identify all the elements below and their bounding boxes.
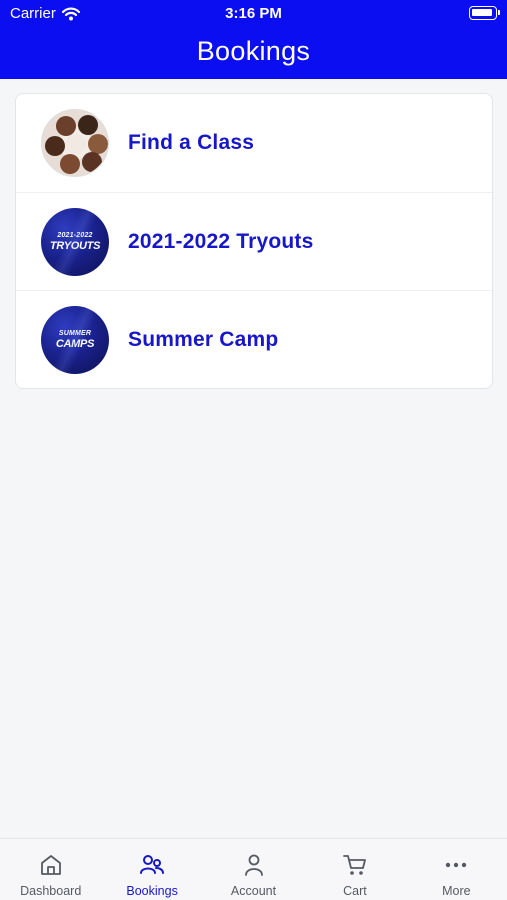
home-icon (37, 851, 65, 879)
tab-dashboard-label: Dashboard (20, 884, 82, 898)
summer-camp-label: Summer Camp (128, 328, 279, 351)
app-header: Carrier 3:16 PM Bookings (0, 0, 507, 79)
tab-bar: Dashboard Bookings Account Cart More (0, 838, 507, 900)
tab-account[interactable]: Account (203, 839, 304, 900)
tab-dashboard[interactable]: Dashboard (0, 839, 101, 900)
bookings-list: Find a Class 2021-2022 TRYOUTS 2021-2022… (15, 93, 493, 389)
more-icon (442, 851, 470, 879)
summer-camp-thumbnail: SUMMER CAMPS (41, 306, 109, 374)
tab-more-label: More (442, 884, 471, 898)
find-a-class-label: Find a Class (128, 131, 255, 154)
list-item-find-a-class[interactable]: Find a Class (16, 94, 492, 192)
tab-account-label: Account (230, 884, 277, 898)
tryouts-label: 2021-2022 Tryouts (128, 230, 314, 253)
tab-cart[interactable]: Cart (304, 839, 405, 900)
list-item-summer-camp[interactable]: SUMMER CAMPS Summer Camp (16, 290, 492, 388)
status-bar: Carrier 3:16 PM (0, 0, 507, 28)
list-item-tryouts[interactable]: 2021-2022 TRYOUTS 2021-2022 Tryouts (16, 192, 492, 290)
person-icon (240, 851, 268, 879)
tab-bookings[interactable]: Bookings (101, 839, 202, 900)
status-time: 3:16 PM (225, 5, 282, 22)
tryouts-thumbnail: 2021-2022 TRYOUTS (41, 208, 109, 276)
find-a-class-thumbnail (41, 109, 109, 177)
people-icon (138, 851, 166, 879)
tab-bookings-label: Bookings (126, 884, 178, 898)
cart-icon (341, 851, 369, 879)
page-title: Bookings (196, 36, 311, 66)
battery-icon (469, 6, 500, 20)
tab-more[interactable]: More (406, 839, 507, 900)
tab-cart-label: Cart (343, 884, 367, 898)
